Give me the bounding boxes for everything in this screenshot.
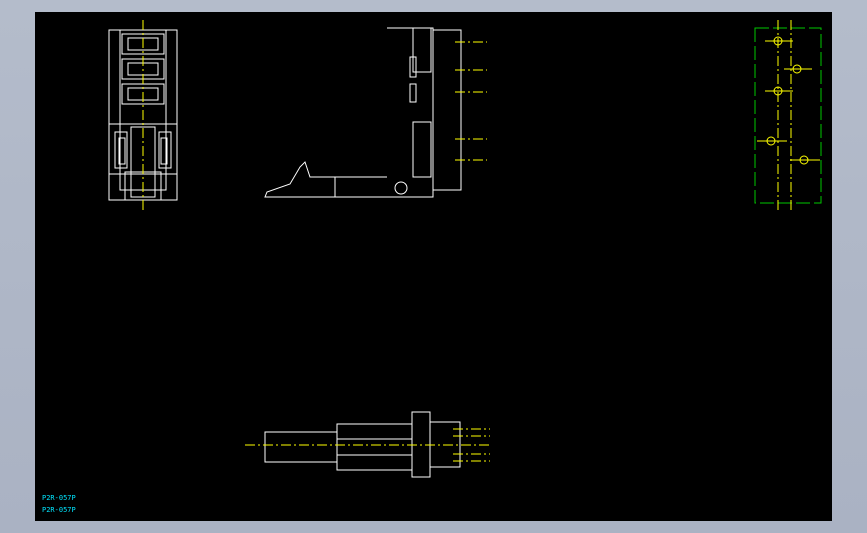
- cad-drawing-canvas: [108, 20, 822, 478]
- drawing-title-block: P2R-057P P2R-057P: [42, 492, 76, 516]
- pcb-layout-view: [754, 20, 822, 210]
- cad-drawing-viewport[interactable]: P2R-057P P2R-057P: [35, 12, 832, 521]
- drawing-label-1: P2R-057P: [42, 494, 76, 502]
- side-view: [264, 27, 462, 198]
- drawing-label-2: P2R-057P: [42, 506, 76, 514]
